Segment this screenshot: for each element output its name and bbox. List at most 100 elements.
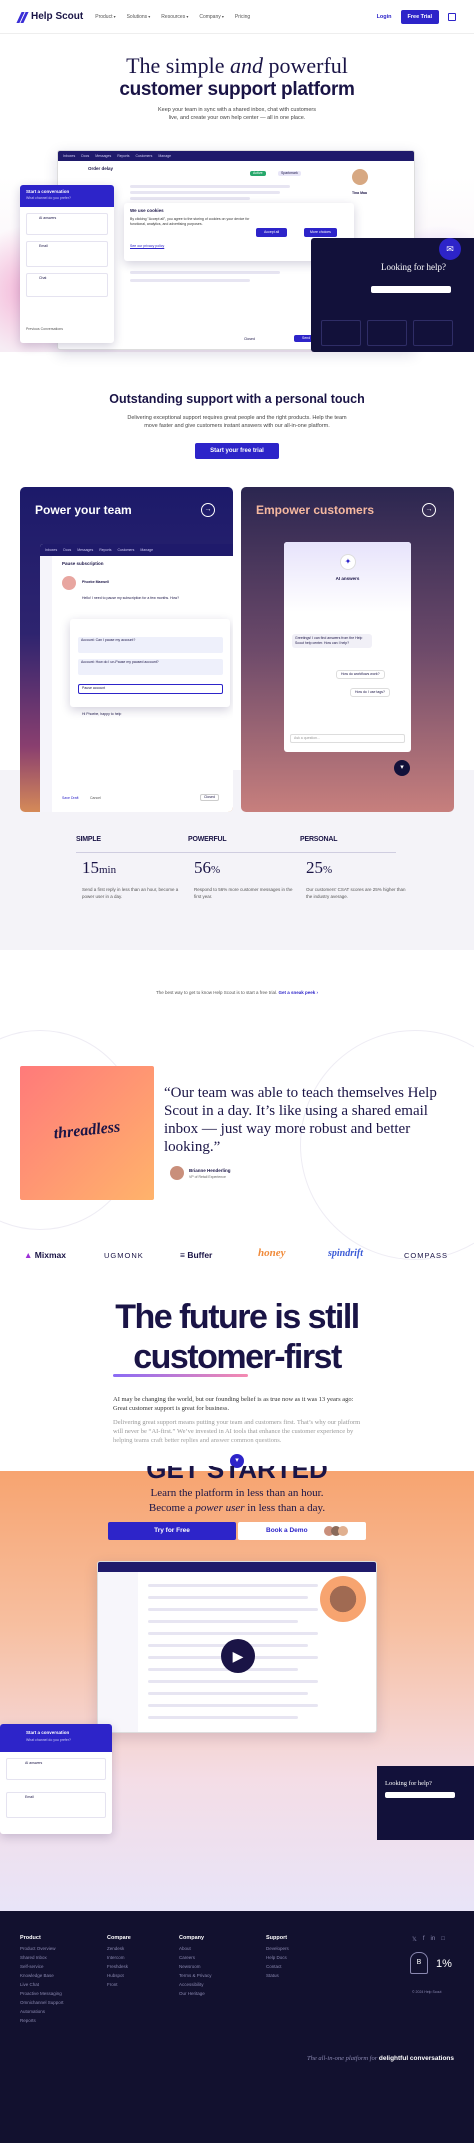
help-search-input[interactable] [371, 286, 451, 293]
nav-solutions[interactable]: Solutions [127, 14, 151, 20]
cookie-title: We use cookies [130, 208, 164, 213]
start-free-trial-button[interactable]: Start your free trial [195, 443, 279, 459]
hero-subtitle-1: Keep your team in sync with a shared inb… [157, 107, 317, 113]
footer-link[interactable]: Front [107, 1982, 118, 1987]
footer-link[interactable]: Contact [266, 1964, 282, 1969]
user-question: How do workflows work? [336, 670, 385, 679]
hero-title-bold: customer support platform [119, 79, 355, 100]
arrow-right-icon[interactable]: → [422, 503, 436, 517]
stat-number: 15min [82, 858, 117, 877]
footer-link[interactable]: Proactive Messaging [20, 1991, 62, 1996]
linkedin-icon[interactable]: in [431, 1936, 436, 1943]
footer-link[interactable]: Accessibility [179, 1982, 204, 1987]
hero-title: The simple and powerful [126, 53, 348, 78]
footer-link[interactable]: Intercom [107, 1955, 125, 1960]
copyright: © 2024 Help Scout [412, 1990, 442, 1994]
help-search-input[interactable] [385, 1792, 455, 1798]
chat-option-ai[interactable]: AI answers [26, 213, 108, 235]
footer-link[interactable]: Status [266, 1973, 279, 1978]
empower-title: Empower customers [256, 503, 375, 517]
x-icon[interactable]: 𝕏 [412, 1936, 417, 1943]
chat-widget: Start a conversation What channel do you… [20, 185, 114, 343]
footer-link[interactable]: Product Overview [20, 1946, 56, 1951]
chat-option-email[interactable]: Email [26, 241, 108, 267]
previous-conversations[interactable]: Previous Conversations [26, 327, 63, 332]
reply-text[interactable]: Hi Phoebe, happy to help [82, 712, 121, 717]
sneak-peek-link[interactable]: Get a sneak peek › [279, 990, 319, 995]
honey-logo: honey [258, 1247, 286, 1259]
footer-link[interactable]: Automations [20, 2009, 45, 2014]
chat-option-ai[interactable]: AI answers [6, 1758, 106, 1780]
ai-suggestion[interactable]: Account: How do I un-Pause my paused acc… [78, 659, 223, 675]
stat-number: 25% [306, 858, 333, 877]
more-choices-button[interactable]: More choices [304, 228, 337, 237]
mock-tab: Manage [158, 154, 172, 158]
facebook-icon[interactable]: f [423, 1936, 425, 1943]
ai-sparkle-icon: ✦ [340, 554, 356, 570]
footer-link[interactable]: Hubspot [107, 1973, 124, 1978]
cancel-button[interactable]: Cancel [90, 796, 101, 801]
footer-link[interactable]: Help Docs [266, 1955, 287, 1960]
nav-pricing[interactable]: Pricing [235, 14, 250, 20]
hero-subtitle-2: live, and create your own help center — … [168, 115, 306, 121]
avatar [170, 1166, 184, 1180]
footer-link[interactable]: Our Heritage [179, 1991, 205, 1996]
ai-suggestions-popup: Account: Can I pause my account? Account… [70, 619, 230, 707]
footer-link[interactable]: About [179, 1946, 191, 1951]
one-percent-badge: 1% [436, 1958, 452, 1970]
footer-link[interactable]: Omnichannel Support [20, 2000, 64, 2005]
footer-link[interactable]: Reports [20, 2018, 36, 2023]
login-link[interactable]: Login [377, 14, 392, 20]
customer-name: Tina Maa [352, 191, 367, 195]
footer-link[interactable]: Careers [179, 1955, 195, 1960]
footer-heading: Support [266, 1935, 288, 1941]
status-badge: Active [250, 171, 266, 176]
ai-search-input[interactable]: Pause account [78, 684, 223, 694]
closed-status[interactable]: Closed [200, 794, 219, 801]
footer-link[interactable]: Knowledge Base [20, 1973, 54, 1978]
play-button-icon[interactable]: ▶ [221, 1639, 255, 1673]
chat-option-chat[interactable]: Chat [26, 273, 108, 297]
nav-resources[interactable]: Resources [161, 14, 188, 20]
nav-product[interactable]: Product [95, 14, 115, 20]
mixmax-logo: ▲ Mixmax [24, 1250, 66, 1260]
footer-link[interactable]: Developers [266, 1946, 289, 1951]
chat-widget: Start a conversation What channel do you… [0, 1724, 112, 1834]
book-demo-button[interactable]: Book a Demo [238, 1522, 366, 1540]
ask-question-input[interactable]: Ask a question... [290, 734, 405, 743]
customer-name: Phoebe Maxwell [82, 580, 110, 584]
brand-name: Help Scout [31, 11, 84, 22]
accept-all-button[interactable]: Accept all [256, 228, 288, 237]
beacon-chat-icon[interactable]: ✉ [439, 238, 461, 260]
ai-suggestion[interactable]: Account: Can I pause my account? [78, 637, 223, 653]
footer-link[interactable]: Self-service [20, 1964, 44, 1969]
footer-link[interactable]: Shared Inbox [20, 1955, 47, 1960]
free-trial-button[interactable]: Free Trial [400, 9, 439, 24]
chat-option-email[interactable]: Email [6, 1792, 106, 1818]
mock-tab: Messages [95, 154, 112, 158]
future-title-line2: customer-first [133, 1338, 342, 1376]
footer-link[interactable]: Freshdesk [107, 1964, 128, 1969]
brand-logo[interactable]: Help Scout [16, 11, 84, 23]
chevron-down-icon[interactable]: ▾ [394, 760, 410, 776]
save-draft-button[interactable]: Save Draft [62, 796, 79, 801]
nav-company[interactable]: Company [199, 14, 224, 20]
footer-tagline: The all-in-one platform for delightful c… [307, 2055, 454, 2062]
stat-number: 56% [194, 858, 221, 877]
chat-subheader: What channel do you prefer? [26, 196, 71, 200]
footer-link[interactable]: Terms & Privacy [179, 1973, 212, 1978]
closed-label[interactable]: Closed [244, 337, 255, 342]
support-title: Outstanding support with a personal touc… [109, 392, 365, 406]
instagram-icon[interactable]: □ [441, 1936, 445, 1943]
apps-grid-icon[interactable] [448, 12, 456, 21]
footer-heading: Company [179, 1935, 205, 1941]
power-team-title: Power your team [35, 503, 132, 517]
footer-link[interactable]: Zendesk [107, 1946, 124, 1951]
footer-link[interactable]: Newsroom [179, 1964, 201, 1969]
try-for-free-button[interactable]: Try for Free [108, 1522, 236, 1540]
footer-link[interactable]: Live Chat [20, 1982, 39, 1987]
help-title: Looking for help? [385, 1780, 432, 1787]
mock-subject: Order delay [88, 166, 114, 171]
arrow-right-icon[interactable]: → [201, 503, 215, 517]
privacy-link[interactable]: See our privacy policy [130, 244, 164, 249]
